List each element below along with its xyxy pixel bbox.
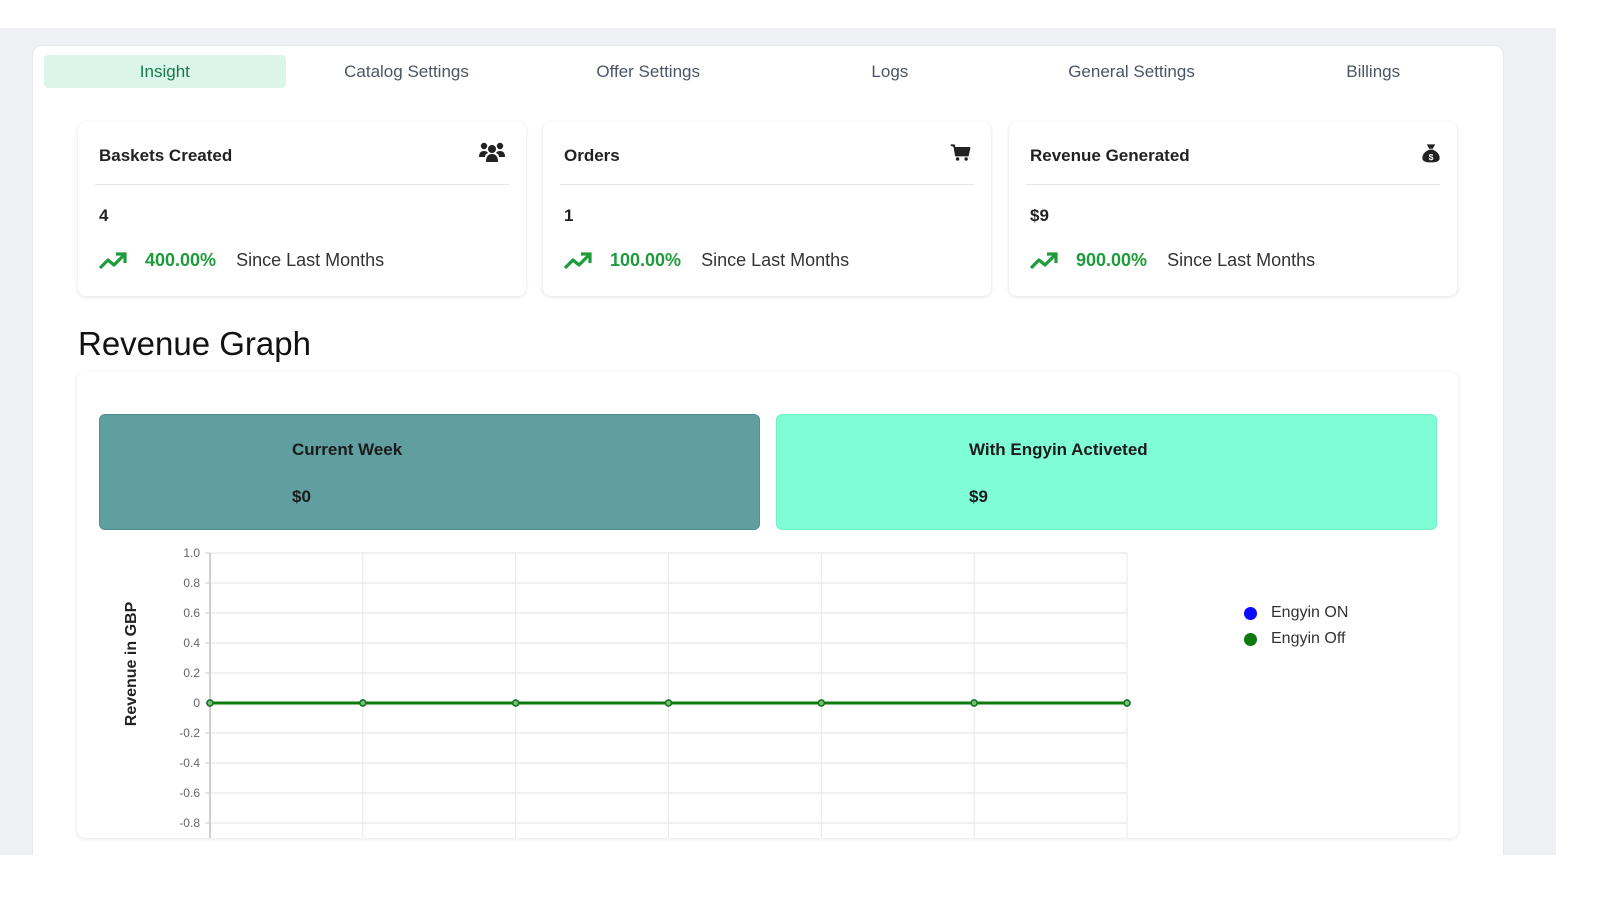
stat-card-orders: Orders 1 100.00% Since Last Months xyxy=(543,122,991,296)
stat-title: Orders xyxy=(564,146,620,165)
stat-title: Baskets Created xyxy=(99,146,233,165)
data-point[interactable] xyxy=(817,699,826,707)
legend-item-engyin-off[interactable]: Engyin Off xyxy=(1244,626,1348,652)
data-point[interactable] xyxy=(511,699,520,707)
tab-bar: Insight Catalog Settings Offer Settings … xyxy=(44,55,1494,88)
shopping-cart-icon xyxy=(950,144,971,161)
divider xyxy=(95,184,509,185)
divider xyxy=(1026,184,1440,185)
trending-up-icon xyxy=(563,251,592,269)
legend-item-engyin-on[interactable]: Engyin ON xyxy=(1244,600,1348,626)
y-axis-ticks: 1.0 0.8 0.6 0.4 0.2 0 -0.2 -0.4 -0.6 -0.8 xyxy=(179,546,210,830)
legend-dot-icon xyxy=(1244,606,1257,620)
y-axis-label: Revenue in GBP xyxy=(123,601,140,726)
summary-value: $9 xyxy=(969,487,988,506)
y-tick-label: 0.8 xyxy=(183,576,200,590)
revenue-line-chart: 1.0 0.8 0.6 0.4 0.2 0 -0.2 -0.4 -0.6 -0.8 Revenue… xyxy=(123,546,1131,838)
chart-series xyxy=(206,699,1131,707)
legend-dot-icon xyxy=(1244,632,1257,646)
divider xyxy=(560,184,974,185)
y-tick-label: -0.2 xyxy=(179,726,200,740)
y-tick-label: 0.4 xyxy=(183,636,200,650)
svg-text:$: $ xyxy=(1429,152,1434,162)
stat-value: 4 xyxy=(99,206,109,225)
tab-catalog-settings[interactable]: Catalog Settings xyxy=(286,55,528,88)
revenue-graph-title: Revenue Graph xyxy=(78,325,311,362)
tab-insight[interactable]: Insight xyxy=(44,55,286,88)
engyin-activated-summary: With Engyin Activeted $9 xyxy=(776,414,1437,530)
y-tick-label: -0.4 xyxy=(179,756,200,770)
trending-up-icon xyxy=(1029,251,1058,269)
stat-card-revenue: Revenue Generated $ $9 900.00% Since Las… xyxy=(1009,122,1457,296)
current-week-summary: Current Week $0 xyxy=(99,414,760,530)
chart-grid xyxy=(209,552,1128,838)
stat-value: 1 xyxy=(564,206,574,225)
y-tick-label: 0 xyxy=(193,696,200,710)
trend-percent: 400.00% xyxy=(145,250,217,270)
stat-value: $9 xyxy=(1030,206,1049,225)
tab-billings[interactable]: Billings xyxy=(1252,55,1494,88)
stat-card-baskets: Baskets Created 4 400.00% Since Last Mon… xyxy=(78,122,526,296)
y-tick-label: 0.6 xyxy=(183,606,200,620)
trend-label: Since Last Months xyxy=(236,250,385,270)
legend-label: Engyin Off xyxy=(1271,630,1346,647)
y-tick-label: 0.2 xyxy=(183,666,200,680)
data-point[interactable] xyxy=(206,699,214,707)
y-tick-label: -0.6 xyxy=(179,786,200,800)
stat-trend: 100.00% Since Last Months xyxy=(563,250,849,271)
y-tick-label: 1.0 xyxy=(183,546,200,560)
data-point[interactable] xyxy=(1123,699,1131,707)
chart-legend: Engyin ON Engyin Off xyxy=(1244,600,1348,652)
trend-label: Since Last Months xyxy=(1167,250,1316,270)
summary-value: $0 xyxy=(292,487,311,506)
users-icon xyxy=(479,142,505,162)
tab-logs[interactable]: Logs xyxy=(769,55,1011,88)
data-point[interactable] xyxy=(970,699,978,707)
stat-trend: 900.00% Since Last Months xyxy=(1029,250,1315,271)
trend-percent: 900.00% xyxy=(1076,250,1148,270)
data-point[interactable] xyxy=(664,699,673,707)
summary-label: Current Week xyxy=(292,440,403,459)
data-point[interactable] xyxy=(359,699,367,707)
stat-title: Revenue Generated xyxy=(1030,146,1190,165)
trend-percent: 100.00% xyxy=(610,250,682,270)
tab-general-settings[interactable]: General Settings xyxy=(1011,55,1253,88)
stat-trend: 400.00% Since Last Months xyxy=(98,250,384,271)
summary-label: With Engyin Activeted xyxy=(969,440,1148,459)
y-tick-label: -0.8 xyxy=(179,816,200,830)
trend-label: Since Last Months xyxy=(701,250,850,270)
money-bag-icon: $ xyxy=(1422,144,1440,163)
trending-up-icon xyxy=(98,251,127,269)
legend-label: Engyin ON xyxy=(1271,604,1349,621)
tab-offer-settings[interactable]: Offer Settings xyxy=(527,55,769,88)
